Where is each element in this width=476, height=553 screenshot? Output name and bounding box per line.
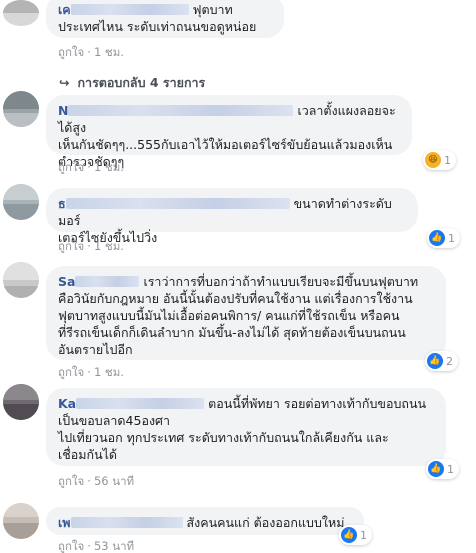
- avatar[interactable]: [3, 91, 39, 127]
- reaction-count: 1: [444, 153, 451, 167]
- avatar[interactable]: [3, 0, 39, 26]
- redacted-name: [75, 276, 140, 287]
- comment-actions: ถูกใจ · 1 ชม.: [58, 45, 124, 59]
- view-replies-link[interactable]: ↪ การตอบกลับ 4 รายการ: [59, 73, 205, 93]
- redacted-name: [68, 105, 294, 116]
- redacted-name: [70, 4, 189, 15]
- avatar[interactable]: [3, 184, 39, 220]
- like-link[interactable]: ถูกใจ: [58, 239, 84, 253]
- comment-text-line: เห็นกันชัดๆๆ...555กับเอาไว้ให้มอเตอร์ไซร…: [58, 137, 393, 152]
- replies-label: การตอบกลับ 4 รายการ: [77, 75, 206, 90]
- comment-text-line: ประเทศไหน ระดับเท่าถนนขอดูหน่อย: [58, 19, 257, 34]
- like-reaction-icon: 👍: [429, 230, 445, 246]
- reaction-count: 1: [448, 231, 455, 245]
- timestamp[interactable]: 1 ชม.: [94, 45, 124, 59]
- avatar[interactable]: [3, 262, 39, 298]
- reaction-summary[interactable]: 👍 1: [339, 525, 372, 545]
- timestamp[interactable]: 1 ชม.: [94, 160, 124, 174]
- comment-actions: ถูกใจ · 56 นาที: [58, 474, 135, 488]
- haha-reaction-icon: 😆: [425, 152, 441, 168]
- comment-text-line: เราว่าการที่บอกว่าถ้าทำแบบเรียบจะมีขึ้นบ…: [143, 274, 419, 289]
- commenter-name[interactable]: Ka: [58, 396, 76, 411]
- like-reaction-icon: 👍: [428, 461, 444, 477]
- comment-actions: ถูกใจ · 1 ชม.: [58, 365, 124, 379]
- reply-arrow-icon: ↪: [59, 75, 70, 90]
- like-link[interactable]: ถูกใจ: [58, 539, 84, 553]
- redacted-name: [70, 517, 183, 528]
- commenter-name[interactable]: N: [58, 103, 68, 118]
- comment-actions: ถูกใจ · 1 ชม.: [58, 160, 124, 174]
- timestamp[interactable]: 1 ชม.: [94, 239, 124, 253]
- reaction-count: 1: [360, 528, 367, 542]
- comment-bubble: เค ฟุตบาท ประเทศไหน ระดับเท่าถนนขอดูหน่อ…: [46, 0, 284, 38]
- like-link[interactable]: ถูกใจ: [58, 160, 84, 174]
- comment-bubble: Sa เราว่าการที่บอกว่าถ้าทำแบบเรียบจะมีขึ…: [46, 266, 446, 360]
- redacted-name: [65, 198, 290, 209]
- comment-bubble: N เวลาตั้งแผงลอยจะได้สูง เห็นกันชัดๆๆ...…: [46, 95, 412, 169]
- reaction-count: 1: [447, 462, 454, 476]
- comment-text-line: ฟุตบาท: [192, 2, 233, 17]
- like-link[interactable]: ถูกใจ: [58, 365, 84, 379]
- like-link[interactable]: ถูกใจ: [58, 45, 84, 59]
- avatar[interactable]: [3, 503, 39, 539]
- comment-text-line: อันตรายไปอีก: [58, 342, 133, 357]
- reaction-summary[interactable]: 😆 1: [423, 150, 456, 170]
- comment-text-line: เชื่อมกันได้: [58, 447, 118, 462]
- comment-text-line: ตอนนี้ที่พัทยา รอยต่อทางเท้ากับขอบถนน: [208, 396, 427, 411]
- redacted-name: [76, 398, 205, 409]
- comment-bubble: Ka ตอนนี้ที่พัทยา รอยต่อทางเท้ากับขอบถนน…: [46, 388, 446, 466]
- comment-text-line: ฟุตบาทสูงแบบนี้มันไม่เอื้อต่อคนพิการ/ คน…: [58, 308, 400, 323]
- comment-text-line: ไปเที่ยวนอก ทุกประเทศ ระดับทางเท้ากับถนน…: [58, 430, 389, 445]
- comment-bubble: เพ สังคนคนแก่ ต้องออกแบบใหม่: [46, 507, 364, 535]
- comment-actions: ถูกใจ · 53 นาที: [58, 539, 135, 553]
- timestamp[interactable]: 53 นาที: [94, 539, 134, 553]
- commenter-name[interactable]: เค: [58, 2, 71, 17]
- commenter-name[interactable]: Sa: [58, 274, 75, 289]
- reaction-summary[interactable]: 👍 2: [425, 351, 458, 371]
- like-reaction-icon: 👍: [341, 527, 357, 543]
- commenter-name[interactable]: เพ: [58, 515, 71, 530]
- commenter-name[interactable]: ธ: [58, 196, 66, 211]
- comment-bubble: ธ ขนาดทำต่างระดับมอร์ เตอร์ไซยังขึ้นไปวิ…: [46, 188, 418, 245]
- timestamp[interactable]: 1 ชม.: [94, 365, 124, 379]
- comment-actions: ถูกใจ · 1 ชม.: [58, 239, 124, 253]
- comment-text-line: คือวินัยกับกฎหมาย อันนี้นั้นต้องปรับที่ค…: [58, 291, 413, 306]
- comment-text-line: ที่รีรถเข็นเด็กก็เดินลำบาก มันขึ้น-ลงไม่…: [58, 325, 406, 340]
- avatar[interactable]: [3, 384, 39, 420]
- reaction-summary[interactable]: 👍 1: [426, 459, 459, 479]
- comment-text-line: สังคนคนแก่ ต้องออกแบบใหม่: [186, 515, 345, 530]
- reaction-summary[interactable]: 👍 1: [427, 228, 460, 248]
- comment-text-line: เป็นขอบลาด45องศา: [58, 413, 171, 428]
- like-reaction-icon: 👍: [427, 353, 443, 369]
- reaction-count: 2: [446, 354, 453, 368]
- timestamp[interactable]: 56 นาที: [94, 474, 134, 488]
- like-link[interactable]: ถูกใจ: [58, 474, 84, 488]
